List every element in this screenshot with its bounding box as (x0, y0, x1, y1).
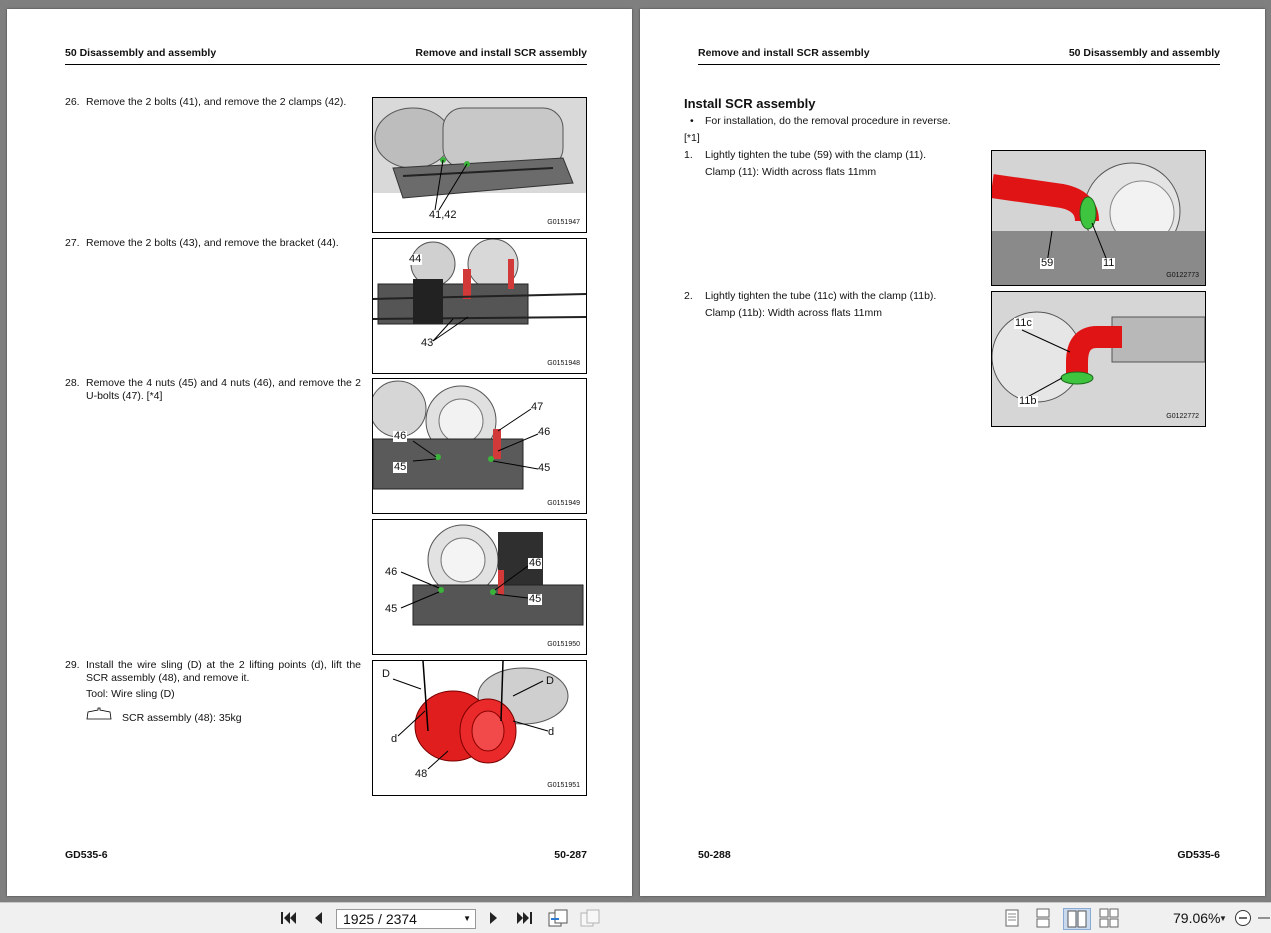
callout-46-left: 46 (393, 430, 408, 442)
footer-left: GD535-6 (65, 849, 108, 861)
callout-41-42: 41,42 (429, 209, 457, 221)
step-text: Remove the 4 nuts (45) and 4 nuts (46), … (86, 377, 361, 402)
viewer-toolbar: 1925 / 2374 ▼ 79.06% ▼ (0, 902, 1271, 933)
step-text: Lightly tighten the tube (11c) with the … (705, 290, 937, 302)
callout-45-right: 45 (528, 593, 543, 605)
callout-46-right: 46 (538, 426, 551, 438)
callout-d-left: d (391, 733, 398, 745)
figure-code: G0151950 (547, 641, 580, 648)
continuous-icon[interactable] (1032, 908, 1054, 928)
page-header: 50 Disassembly and assembly Remove and i… (65, 47, 587, 65)
engine-illustration (992, 151, 1205, 285)
footer-left: 50-288 (698, 849, 731, 861)
header-left: 50 Disassembly and assembly (65, 47, 217, 59)
weight-icon (86, 707, 112, 720)
first-page-icon[interactable] (278, 908, 300, 928)
page-number-input[interactable]: 1925 / 2374 ▼ (336, 909, 476, 929)
prev-page-icon[interactable] (308, 908, 328, 928)
reference-mark: [*1] (684, 132, 700, 144)
step-number: 27. (65, 237, 80, 249)
next-view-icon[interactable] (578, 908, 602, 928)
zoom-dropdown-icon[interactable]: ▼ (1218, 908, 1228, 928)
engine-illustration (373, 98, 586, 211)
step-text: Remove the 2 bolts (43), and remove the … (86, 237, 339, 249)
header-right: 50 Disassembly and assembly (1068, 47, 1220, 59)
right-page: Remove and install SCR assembly 50 Disas… (640, 9, 1265, 896)
step-number: 28. (65, 377, 80, 389)
page-indicator: 1925 / 2374 (343, 911, 417, 927)
last-page-icon[interactable] (513, 908, 535, 928)
bullet-text: For installation, do the removal procedu… (705, 115, 951, 127)
callout-11b: 11b (1018, 395, 1038, 407)
zoom-slider-icon[interactable] (1258, 908, 1270, 928)
zoom-level[interactable]: 79.06% (1173, 910, 1220, 926)
step-sub: Clamp (11): Width across flats 11mm (705, 166, 877, 178)
step-number: 1. (684, 149, 693, 161)
callout-59: 59 (1040, 257, 1055, 269)
footer-right: 50-287 (554, 849, 587, 861)
step-weight: SCR assembly (48): 35kg (122, 712, 242, 724)
callout-45-left: 45 (393, 461, 408, 473)
figure-code: G0151949 (547, 500, 580, 507)
facing-icon[interactable] (1063, 908, 1091, 930)
step-number: 29. (65, 659, 80, 671)
footer-right: GD535-6 (1177, 849, 1220, 861)
step-tool: Tool: Wire sling (D) (86, 688, 175, 700)
step-text: Lightly tighten the tube (59) with the c… (705, 149, 927, 161)
callout-11c: 11c (1014, 317, 1033, 329)
step-number: 26. (65, 96, 80, 108)
section-title: Install SCR assembly (684, 96, 816, 111)
figure-bracket: 44 43 G0151948 (372, 238, 587, 374)
figure-wire-sling: D D d d 48 G0151951 (372, 660, 587, 796)
figure-code: G0122773 (1166, 272, 1199, 279)
figure-nuts-rear: 46 46 45 45 G0151950 (372, 519, 587, 655)
callout-45-left: 45 (385, 603, 398, 615)
callout-D-right: D (546, 675, 554, 687)
engine-illustration (373, 380, 539, 490)
left-page: 50 Disassembly and assembly Remove and i… (7, 9, 632, 896)
callout-46-left: 46 (385, 566, 398, 578)
figure-code: G0151951 (547, 782, 580, 789)
facing-continuous-icon[interactable] (1097, 908, 1121, 928)
figure-code: G0151948 (547, 360, 580, 367)
figure-bolts-clamps: 41,42 G0151947 (372, 97, 587, 233)
engine-illustration (373, 239, 586, 342)
page-footer: 50-288 GD535-6 (698, 849, 1220, 861)
zoom-out-icon[interactable] (1233, 908, 1253, 928)
figure-u-bolts: 47 46 46 45 45 G0151949 (372, 378, 587, 514)
callout-47: 47 (531, 401, 544, 413)
callout-46-right: 46 (528, 557, 543, 569)
engine-illustration (400, 524, 584, 626)
prev-view-icon[interactable] (546, 908, 570, 928)
figure-code: G0151947 (547, 219, 580, 226)
step-text: Remove the 2 bolts (41), and remove the … (86, 96, 347, 108)
figure-code: G0122772 (1166, 413, 1199, 420)
figure-tube-11c: 11c 11b G0122772 (991, 291, 1206, 427)
next-page-icon[interactable] (484, 908, 504, 928)
callout-44: 44 (408, 253, 423, 265)
callout-11: 11 (1102, 257, 1116, 269)
callout-D-left: D (382, 668, 390, 680)
step-number: 2. (684, 290, 693, 302)
callout-d-right: d (548, 726, 555, 738)
page-header: Remove and install SCR assembly 50 Disas… (698, 47, 1220, 65)
page-footer: GD535-6 50-287 (65, 849, 587, 861)
single-page-icon[interactable] (1001, 908, 1023, 928)
callout-45-right: 45 (538, 462, 551, 474)
step-sub: Clamp (11b): Width across flats 11mm (705, 307, 882, 319)
header-right: Remove and install SCR assembly (415, 47, 587, 59)
callout-43: 43 (421, 337, 434, 349)
bullet-marker: • (690, 115, 694, 127)
callout-48: 48 (415, 768, 428, 780)
step-text: Install the wire sling (D) at the 2 lift… (86, 659, 361, 684)
chevron-down-icon[interactable]: ▼ (463, 914, 471, 923)
figure-tube-59: 59 11 G0122773 (991, 150, 1206, 286)
header-left: Remove and install SCR assembly (698, 47, 870, 59)
